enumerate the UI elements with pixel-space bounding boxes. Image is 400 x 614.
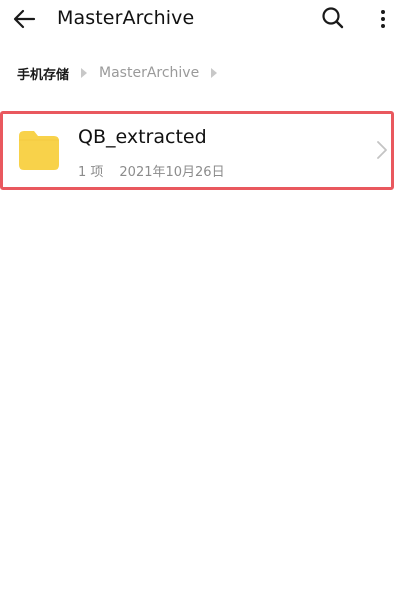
list-item[interactable]: QB_extracted 1 项 2021年10月26日	[0, 111, 394, 190]
more-options-button[interactable]	[378, 8, 388, 30]
file-name: QB_extracted	[78, 126, 207, 148]
more-vertical-icon	[381, 10, 385, 28]
page-title: MasterArchive	[57, 7, 195, 29]
folder-icon	[19, 131, 59, 170]
app-bar: MasterArchive	[0, 0, 400, 38]
file-meta: 1 项 2021年10月26日	[78, 161, 225, 180]
breadcrumb-root[interactable]: 手机存储	[17, 64, 69, 83]
caret-right-icon	[211, 68, 218, 78]
search-icon	[322, 7, 344, 29]
arrow-left-icon	[13, 9, 36, 29]
caret-right-icon	[81, 68, 88, 78]
file-manager-screen: MasterArchive 手机存储 MasterArchive QB_extr…	[0, 0, 400, 614]
back-button[interactable]	[12, 8, 38, 30]
item-count: 1 项	[78, 165, 104, 180]
breadcrumb-current[interactable]: MasterArchive	[99, 65, 199, 81]
chevron-right-icon	[377, 141, 387, 159]
breadcrumb: 手机存储 MasterArchive	[17, 63, 229, 83]
modified-date: 2021年10月26日	[119, 165, 225, 180]
search-button[interactable]	[321, 6, 345, 30]
